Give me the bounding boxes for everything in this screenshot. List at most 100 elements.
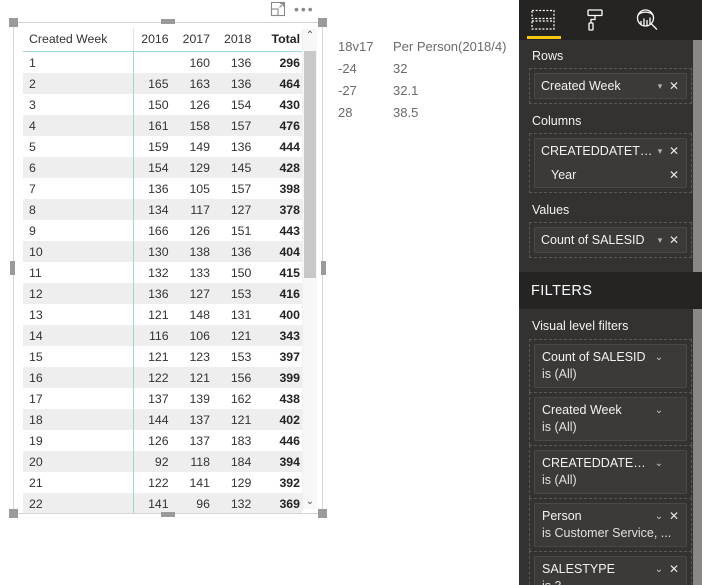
column-header-2016[interactable]: 2016 bbox=[133, 28, 176, 52]
cell-2016[interactable]: 166 bbox=[134, 220, 176, 241]
column-header-2018[interactable]: 2018 bbox=[216, 28, 259, 52]
cell-2016[interactable]: 136 bbox=[134, 178, 176, 199]
cell-total[interactable]: 399 bbox=[258, 367, 302, 388]
cell-2016[interactable]: 165 bbox=[133, 73, 176, 94]
focus-mode-icon[interactable] bbox=[270, 1, 286, 17]
cell-2017[interactable]: 148 bbox=[176, 304, 217, 325]
resize-handle-bottom[interactable] bbox=[161, 512, 175, 517]
cell-2018[interactable]: 183 bbox=[217, 430, 258, 451]
resize-handle-bottom-left[interactable] bbox=[9, 509, 18, 518]
table-row[interactable]: 21 122 141 129 392 bbox=[23, 472, 302, 493]
cell-total[interactable]: 444 bbox=[258, 136, 302, 157]
cell-2018[interactable]: 150 bbox=[217, 262, 258, 283]
chevron-down-icon[interactable]: ▾ bbox=[653, 81, 667, 92]
cell-2016[interactable]: 136 bbox=[133, 283, 176, 304]
cell-week[interactable]: 5 bbox=[23, 136, 135, 157]
cell-2017[interactable]: 126 bbox=[176, 94, 217, 115]
remove-filter-icon[interactable]: ✕ bbox=[667, 509, 681, 523]
cell-2016[interactable]: 134 bbox=[133, 199, 176, 220]
cell-2018[interactable]: 127 bbox=[216, 199, 259, 220]
cell-total[interactable]: 404 bbox=[258, 241, 302, 262]
cell-2017[interactable]: 106 bbox=[175, 325, 217, 346]
cell-total[interactable]: 400 bbox=[258, 304, 302, 325]
remove-field-icon[interactable]: ✕ bbox=[667, 79, 681, 93]
chevron-down-icon[interactable]: ⌄ bbox=[651, 405, 667, 416]
cell-2017[interactable]: 127 bbox=[175, 283, 217, 304]
cell-2018[interactable]: 121 bbox=[216, 325, 259, 346]
cell-total[interactable]: 446 bbox=[258, 430, 302, 451]
field-chip[interactable]: Year ✕ bbox=[535, 163, 686, 187]
table-row[interactable]: 19 126 137 183 446 bbox=[23, 430, 302, 451]
cell-2018[interactable]: 121 bbox=[216, 409, 259, 430]
cell-2018[interactable]: 136 bbox=[217, 136, 258, 157]
resize-handle-top-right[interactable] bbox=[318, 18, 327, 27]
cell-2018[interactable]: 136 bbox=[216, 241, 259, 262]
table-row[interactable]: 12 136 127 153 416 bbox=[23, 283, 302, 304]
table-row[interactable]: 3 150 126 154 430 bbox=[23, 94, 302, 115]
filter-card[interactable]: CREATEDDATETIME - ...⌄ is (All) bbox=[534, 450, 687, 494]
tab-format[interactable] bbox=[580, 5, 610, 35]
cell-2016[interactable]: 150 bbox=[134, 94, 176, 115]
cell-2017[interactable]: 139 bbox=[176, 388, 217, 409]
remove-filter-icon[interactable]: ✕ bbox=[667, 562, 681, 576]
cell-2016[interactable]: 121 bbox=[134, 346, 176, 367]
cell-2017[interactable]: 118 bbox=[175, 451, 217, 472]
tab-analytics[interactable] bbox=[632, 5, 662, 35]
cell-week[interactable]: 15 bbox=[23, 346, 135, 367]
cell-2016[interactable]: 130 bbox=[133, 241, 176, 262]
cell-total[interactable]: 397 bbox=[258, 346, 302, 367]
cell-2017[interactable]: 105 bbox=[176, 178, 217, 199]
cell-week[interactable]: 7 bbox=[23, 178, 135, 199]
cell-2017[interactable]: 137 bbox=[176, 430, 217, 451]
cell-total[interactable]: 343 bbox=[258, 325, 302, 346]
cell-2017[interactable]: 158 bbox=[175, 115, 217, 136]
cell-total[interactable]: 430 bbox=[258, 94, 302, 115]
cell-2018[interactable]: 184 bbox=[216, 451, 259, 472]
table-row[interactable]: 16 122 121 156 399 bbox=[23, 367, 302, 388]
table-row[interactable]: 18 144 137 121 402 bbox=[23, 409, 302, 430]
table-row[interactable]: 11 132 133 150 415 bbox=[23, 262, 302, 283]
table-row[interactable]: 1 160 136 296 bbox=[23, 51, 302, 74]
cell-2017[interactable]: 133 bbox=[176, 262, 217, 283]
cell-week[interactable]: 12 bbox=[23, 283, 135, 304]
chevron-down-icon[interactable]: ⌄ bbox=[651, 511, 667, 522]
cell-2017[interactable]: 149 bbox=[176, 136, 217, 157]
cell-week[interactable]: 2 bbox=[23, 73, 135, 94]
cell-total[interactable]: 443 bbox=[258, 220, 302, 241]
cell-total[interactable]: 378 bbox=[258, 199, 302, 220]
cell-week[interactable]: 4 bbox=[23, 115, 135, 136]
cell-2017[interactable]: 163 bbox=[175, 73, 217, 94]
cell-2017[interactable]: 123 bbox=[176, 346, 217, 367]
cell-total[interactable]: 392 bbox=[258, 472, 302, 493]
cell-total[interactable]: 428 bbox=[258, 157, 302, 178]
cell-2016[interactable]: 137 bbox=[134, 388, 176, 409]
cell-week[interactable]: 18 bbox=[23, 409, 135, 430]
cell-week[interactable]: 22 bbox=[23, 493, 135, 513]
cell-2017[interactable]: 137 bbox=[175, 409, 217, 430]
cell-2018[interactable]: 162 bbox=[217, 388, 258, 409]
table-row[interactable]: 10 130 138 136 404 bbox=[23, 241, 302, 262]
cell-2016[interactable]: 141 bbox=[133, 493, 176, 513]
column-header-total[interactable]: Total bbox=[258, 28, 302, 52]
cell-week[interactable]: 20 bbox=[23, 451, 135, 472]
scroll-down-arrow[interactable]: ⌄ bbox=[303, 495, 317, 509]
cell-2016[interactable]: 159 bbox=[134, 136, 176, 157]
filter-card[interactable]: Person ⌄ ✕ is Customer Service, ... bbox=[534, 503, 687, 547]
cell-2018[interactable]: 145 bbox=[216, 157, 259, 178]
remove-field-icon[interactable]: ✕ bbox=[667, 168, 681, 182]
table-row[interactable]: 7 136 105 157 398 bbox=[23, 178, 302, 199]
cell-2018[interactable]: 151 bbox=[217, 220, 258, 241]
table-row[interactable]: 20 92 118 184 394 bbox=[23, 451, 302, 472]
matrix-visual-container[interactable]: Created Week 2016 2017 2018 Total 1 160 13… bbox=[9, 18, 327, 518]
cell-2017[interactable]: 117 bbox=[175, 199, 217, 220]
table-row[interactable]: 4 161 158 157 476 bbox=[23, 115, 302, 136]
field-chip[interactable]: CREATEDDATETIME ▾ ✕ bbox=[535, 139, 686, 163]
table-row[interactable]: 6 154 129 145 428 bbox=[23, 157, 302, 178]
fields-pane-scrollbar[interactable] bbox=[693, 40, 702, 272]
cell-2016[interactable]: 122 bbox=[134, 472, 176, 493]
cell-total[interactable]: 394 bbox=[258, 451, 302, 472]
cell-week[interactable]: 21 bbox=[23, 472, 135, 493]
more-options-icon[interactable]: ••• bbox=[294, 2, 315, 16]
cell-2018[interactable]: 136 bbox=[217, 52, 258, 74]
cell-2018[interactable]: 129 bbox=[217, 472, 258, 493]
